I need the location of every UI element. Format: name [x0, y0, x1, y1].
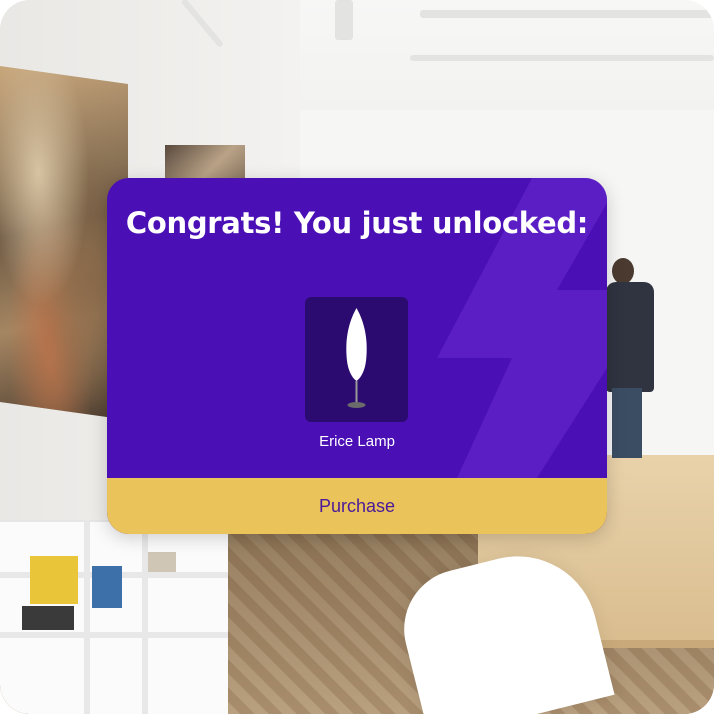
purchase-button[interactable]: Purchase [107, 478, 607, 534]
modal-title: Congrats! You just unlocked: [125, 206, 589, 240]
item-name: Erice Lamp [319, 433, 395, 450]
person [606, 258, 666, 458]
unlock-modal: Congrats! You just unlocked: Erice Lamp … [107, 178, 607, 534]
bookshelf [0, 520, 228, 714]
item-image-tile [305, 297, 408, 422]
floor-lamp-icon [346, 308, 367, 408]
app-frame: Congrats! You just unlocked: Erice Lamp … [0, 0, 714, 714]
